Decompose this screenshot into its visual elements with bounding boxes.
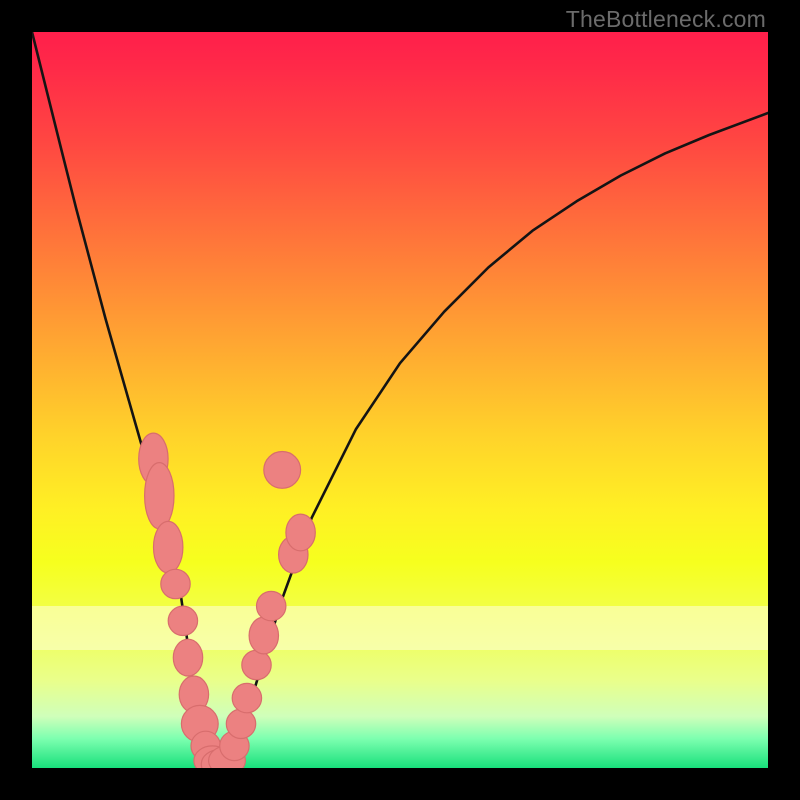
- marker-group: [139, 433, 316, 768]
- curve-marker: [249, 617, 278, 654]
- curve-marker: [161, 569, 190, 598]
- curve-marker: [232, 683, 261, 712]
- chart-frame: TheBottleneck.com: [0, 0, 800, 800]
- curve-marker: [226, 709, 255, 738]
- curve-group: [32, 32, 768, 768]
- curve-marker: [242, 650, 271, 679]
- curve-marker: [257, 591, 286, 620]
- curve-marker: [145, 463, 174, 529]
- curve-marker: [286, 514, 315, 551]
- curve-marker: [154, 521, 183, 573]
- watermark-text: TheBottleneck.com: [566, 6, 766, 33]
- bottleneck-curve: [32, 32, 768, 768]
- plot-area: [32, 32, 768, 768]
- curve-marker: [264, 452, 301, 489]
- curve-layer: [32, 32, 768, 768]
- curve-marker: [168, 606, 197, 635]
- curve-marker: [173, 639, 202, 676]
